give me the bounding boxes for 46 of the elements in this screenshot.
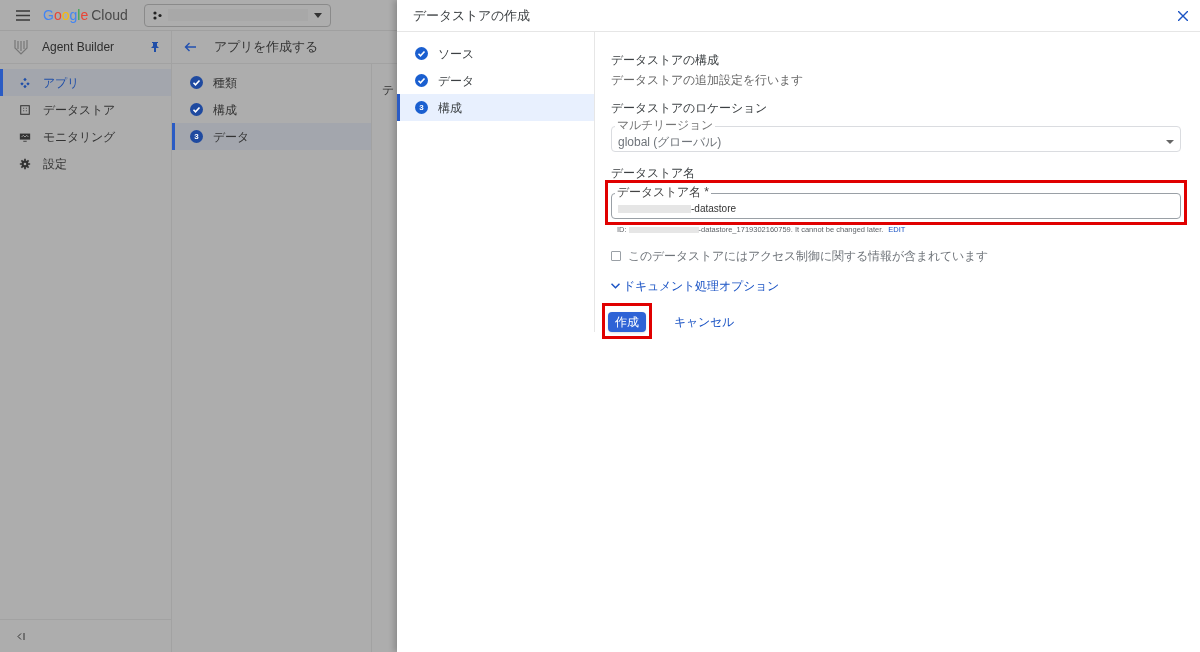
expander-toggle[interactable]: ドキュメント処理オプション bbox=[611, 277, 779, 296]
dropdown-value: global (グローバル) bbox=[618, 133, 722, 151]
dropdown-caret-icon bbox=[1166, 139, 1174, 144]
project-icon bbox=[153, 10, 162, 20]
check-circle-icon bbox=[415, 47, 428, 60]
field-heading: データストア名 bbox=[611, 165, 695, 182]
step-item[interactable]: 3 データ bbox=[172, 123, 371, 150]
dialog-title: データストアの作成 bbox=[413, 6, 530, 25]
section-description: データストアの追加設定を行います bbox=[611, 72, 803, 89]
collapse-icon[interactable] bbox=[17, 632, 25, 640]
back-arrow-icon[interactable] bbox=[184, 42, 196, 52]
section-heading: テ bbox=[382, 83, 394, 97]
floating-label: データストア名 * bbox=[615, 186, 711, 199]
check-circle-icon bbox=[415, 74, 428, 87]
field-value: -datastore bbox=[691, 202, 737, 216]
menu-icon[interactable] bbox=[16, 9, 30, 21]
close-icon[interactable] bbox=[1178, 10, 1188, 21]
floating-label: マルチリージョン bbox=[615, 119, 715, 132]
agent-builder-logo-icon bbox=[14, 39, 28, 55]
product-title: Agent Builder bbox=[42, 39, 115, 56]
redaction-bar bbox=[628, 226, 699, 233]
step-number: 3 bbox=[415, 101, 428, 114]
dropdown-caret-icon bbox=[314, 12, 322, 18]
check-circle-icon bbox=[190, 103, 203, 116]
check-circle-icon bbox=[190, 76, 203, 89]
settings-icon bbox=[19, 157, 31, 170]
create-button[interactable]: 作成 bbox=[608, 312, 646, 333]
step-item[interactable]: 3 構成 bbox=[397, 94, 594, 121]
pin-icon[interactable] bbox=[151, 42, 159, 52]
sidebar-item[interactable]: データストア bbox=[0, 96, 171, 123]
step-item[interactable]: ソース bbox=[397, 40, 594, 67]
step-item[interactable]: データ bbox=[397, 67, 594, 94]
section-heading: データストアの構成 bbox=[611, 52, 719, 69]
store-icon bbox=[19, 103, 31, 116]
step-item[interactable]: 種類 bbox=[172, 69, 371, 96]
step-number: 3 bbox=[190, 130, 203, 143]
step-item[interactable]: 構成 bbox=[172, 96, 371, 123]
chevron-icon bbox=[611, 283, 620, 290]
field-heading: データストアのロケーション bbox=[611, 100, 767, 117]
sidebar-item[interactable]: モニタリング bbox=[0, 123, 171, 150]
page-title: アプリを作成する bbox=[214, 38, 318, 57]
sidebar-item[interactable]: 設定 bbox=[0, 150, 171, 177]
checkbox-label: このデータストアにはアクセス制御に関する情報が含まれています bbox=[628, 248, 988, 266]
cancel-button[interactable]: キャンセル bbox=[666, 312, 742, 333]
apps-icon bbox=[19, 76, 31, 89]
sidebar-item[interactable]: アプリ bbox=[0, 69, 171, 96]
